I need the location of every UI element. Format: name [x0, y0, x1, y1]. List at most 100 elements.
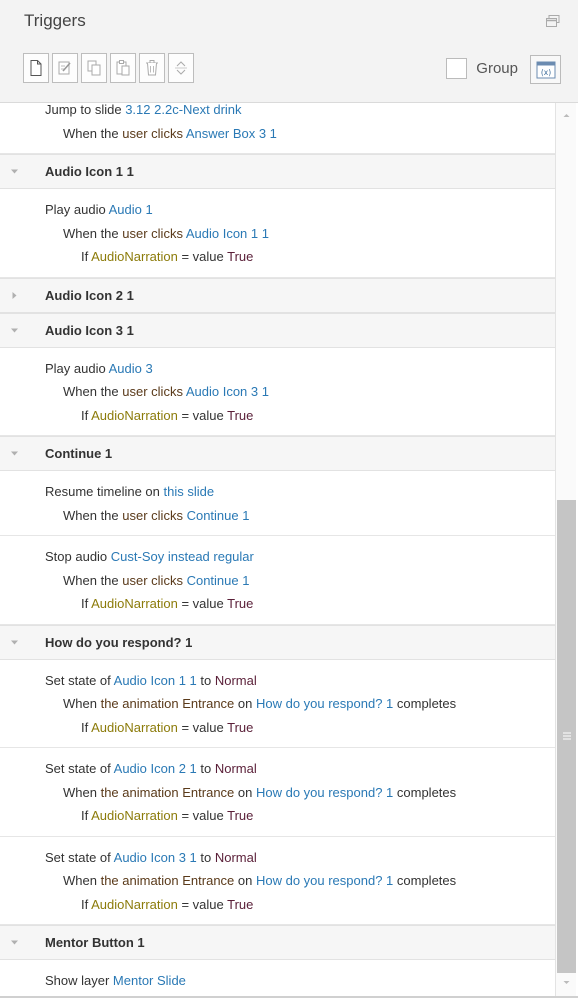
new-trigger-icon [30, 60, 42, 76]
text: Resume timeline on [45, 484, 164, 499]
variable-name: AudioNarration [91, 596, 178, 611]
trigger-condition: If AudioNarration = value True [0, 893, 555, 917]
object-link[interactable]: Audio 1 [109, 202, 153, 217]
object-link[interactable]: Audio 3 [109, 361, 153, 376]
trigger-item[interactable]: Play audio Audio 3 When the user clicks A… [0, 348, 555, 436]
text: Set state of [45, 849, 114, 865]
text: completes [393, 696, 457, 711]
group-name: Audio Icon 1 1 [45, 164, 134, 179]
paste-trigger-button[interactable] [110, 53, 136, 83]
expand-arrow-icon[interactable] [10, 291, 19, 300]
collapse-arrow-icon[interactable] [10, 938, 19, 947]
trigger-item[interactable]: Show layer Mentor SlideWhen the user cli… [0, 960, 555, 996]
new-trigger-button[interactable] [23, 53, 49, 83]
text: When [63, 873, 101, 888]
value-label: True [227, 249, 254, 264]
text: = value [177, 719, 228, 735]
text: = value [177, 407, 228, 423]
value-label: Normal [214, 849, 257, 865]
trigger-condition: If AudioNarration = value True [0, 404, 555, 428]
object-link[interactable]: How do you respond? 1 [256, 785, 393, 800]
trigger-condition: If AudioNarration = value True [0, 804, 555, 828]
trigger-action: Play audio Audio 1 [0, 198, 555, 222]
object-link[interactable]: Continue 1 [187, 573, 250, 588]
object-link[interactable]: Audio Icon 3 1 [186, 384, 269, 399]
trigger-item[interactable]: Set state of Audio Icon 2 1 to Normal Whe… [0, 748, 555, 837]
trigger-group-header[interactable]: Audio Icon 1 1 [0, 154, 555, 189]
text: = value [177, 596, 228, 611]
object-link[interactable]: this slide [164, 484, 215, 499]
object-link[interactable]: Audio Icon 1 1 [114, 673, 197, 688]
value-label: True [227, 596, 254, 611]
group-toggle[interactable]: Group [446, 58, 518, 79]
text: If [81, 407, 92, 423]
value-label: True [227, 896, 254, 912]
move-trigger-button[interactable] [168, 53, 194, 83]
event-keyword: the animation Entrance [100, 696, 235, 711]
scrollbar-thumb[interactable] [557, 500, 576, 973]
scroll-up-arrow-icon[interactable] [562, 111, 571, 120]
group-checkbox[interactable] [446, 58, 468, 79]
text: When the [63, 384, 123, 399]
object-link[interactable]: Cust-Soy instead regular [111, 549, 254, 564]
text: on [234, 873, 256, 888]
restore-panel-icon[interactable] [546, 15, 560, 27]
move-up-down-icon [175, 61, 187, 75]
edit-trigger-button[interactable] [52, 53, 78, 83]
collapse-arrow-icon[interactable] [10, 638, 19, 647]
delete-trigger-button[interactable] [139, 53, 165, 83]
copy-trigger-button[interactable] [81, 53, 107, 83]
object-link[interactable]: Answer Box 3 1 [186, 126, 277, 141]
trigger-action: Stop audio Cust-Soy instead regular [0, 545, 555, 569]
trigger-item[interactable]: Resume timeline on this slide When the us… [0, 471, 555, 536]
object-link[interactable]: 3.12 2.2c-Next drink [125, 103, 241, 117]
text: If [81, 896, 92, 912]
object-link[interactable]: Continue 1 [187, 508, 250, 523]
variable-name: AudioNarration [91, 808, 178, 823]
scroll-down-arrow-icon[interactable] [562, 978, 571, 987]
text: Play audio [45, 360, 109, 376]
trigger-group-header[interactable]: Continue 1 [0, 436, 555, 471]
trigger-group-header[interactable]: Audio Icon 2 1 [0, 277, 555, 313]
event-keyword: user clicks [122, 507, 183, 523]
trigger-item[interactable]: Set state of Audio Icon 1 1 to Normal Whe… [0, 660, 555, 748]
trigger-list[interactable]: Jump to slide 3.12 2.2c-Next drink When t… [0, 103, 555, 996]
text: When the [63, 225, 123, 241]
trigger-item[interactable]: Set state of Audio Icon 3 1 to Normal Whe… [0, 837, 555, 925]
text: If [81, 808, 92, 823]
collapse-arrow-icon[interactable] [10, 167, 19, 176]
text: When [63, 784, 101, 800]
trigger-group-header[interactable]: How do you respond? 1 [0, 624, 555, 660]
text: on [234, 784, 256, 800]
collapse-arrow-icon[interactable] [10, 326, 19, 335]
object-link[interactable]: How do you respond? 1 [256, 696, 393, 711]
object-link[interactable]: Audio Icon 3 1 [114, 850, 197, 865]
object-link[interactable]: Audio Icon 1 1 [186, 226, 269, 241]
variables-icon: (x) [536, 61, 555, 78]
event-keyword: the animation Entrance [100, 784, 235, 800]
trigger-group-header[interactable]: Audio Icon 3 1 [0, 312, 555, 348]
vertical-scrollbar[interactable] [555, 103, 576, 996]
trigger-group-header[interactable]: Mentor Button 1 [0, 925, 555, 960]
trigger-item[interactable]: Stop audio Cust-Soy instead regular When … [0, 536, 555, 625]
text: = value [177, 249, 228, 264]
text: When the [63, 507, 123, 523]
trigger-event: When the animation Entrance on How do yo… [0, 781, 555, 805]
collapse-arrow-icon[interactable] [10, 449, 19, 458]
delete-icon [146, 60, 158, 76]
text: When the [63, 572, 123, 588]
trigger-action: Play audio Audio 3 [0, 357, 555, 381]
object-link[interactable]: Mentor Slide [113, 973, 186, 988]
trigger-event: When the user clicks Continue 1 [0, 569, 555, 593]
object-link[interactable]: How do you respond? 1 [256, 873, 393, 888]
event-keyword: user clicks [122, 225, 183, 241]
trigger-item[interactable]: Play audio Audio 1 When the user clicks A… [0, 189, 555, 278]
value-label: True [227, 407, 254, 423]
group-name: How do you respond? 1 [45, 634, 193, 650]
text: Stop audio [45, 549, 111, 564]
trigger-event: When the user clicks Audio Icon 3 1 [0, 380, 555, 404]
value-label: True [227, 719, 254, 735]
manage-variables-button[interactable]: (x) [530, 55, 561, 84]
object-link[interactable]: Audio Icon 2 1 [114, 761, 197, 776]
trigger-item[interactable]: Jump to slide 3.12 2.2c-Next drink When t… [0, 103, 555, 154]
